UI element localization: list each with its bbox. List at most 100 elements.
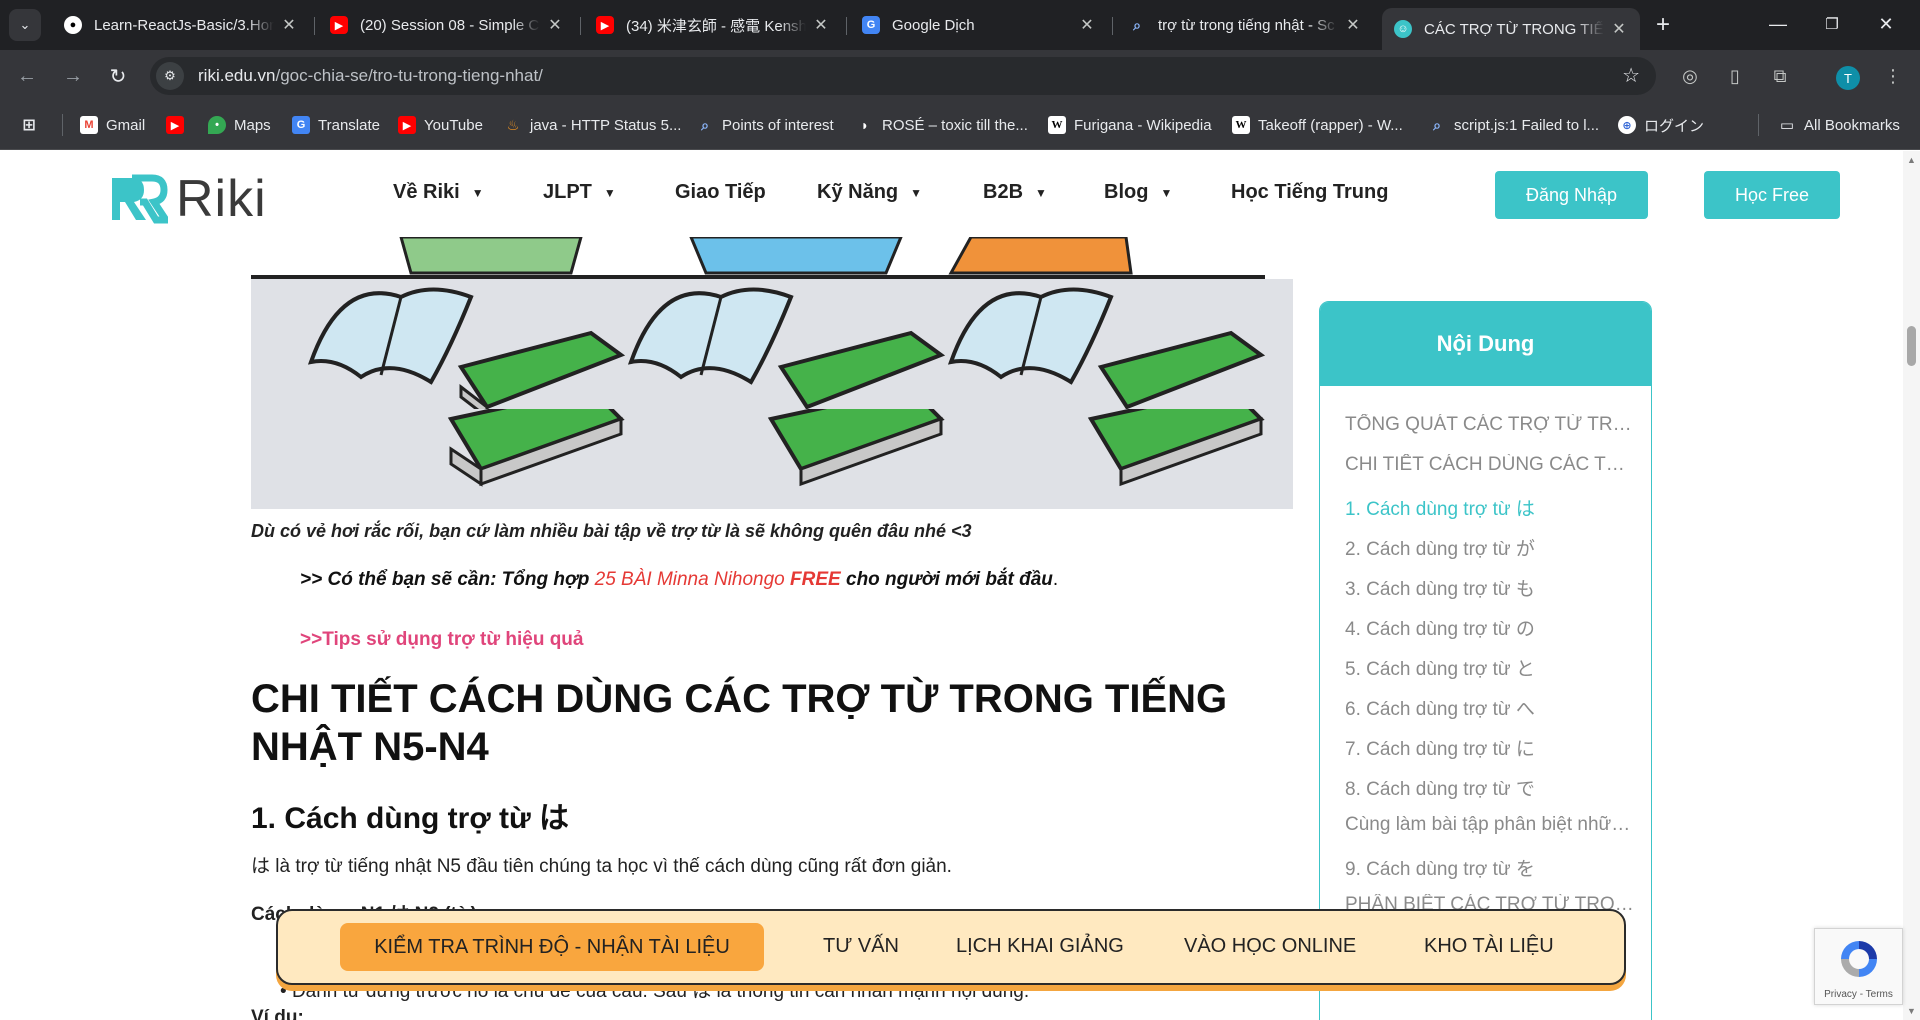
toc-item[interactable]: 6. Cách dùng trợ từ へ (1345, 694, 1635, 721)
more-menu-icon[interactable]: ⋮ (1879, 62, 1907, 90)
level-test-button[interactable]: KIỂM TRA TRÌNH ĐỘ - NHẬN TÀI LIỆU (340, 923, 764, 971)
tab-youtube-kenshi[interactable]: ▶ (34) 米津玄師 - 感電 Kensh ✕ (584, 8, 842, 42)
recaptcha-links[interactable]: Privacy - Terms (1815, 989, 1902, 1000)
tab-search-button[interactable]: ⌄ (9, 9, 41, 41)
bookmark-takeoff[interactable]: W Takeoff (rapper) - W... (1232, 114, 1403, 136)
section-heading: CHI TIẾT CÁCH DÙNG CÁC TRỢ TỪ TRONG TIẾN… (251, 677, 1228, 769)
folder-icon: ▭ (1779, 117, 1795, 134)
toc-item[interactable]: 3. Cách dùng trợ từ も (1345, 574, 1635, 601)
youtube-icon: ▶ (166, 116, 184, 134)
bookmark-maps[interactable]: • Maps (208, 114, 271, 136)
bookmark-java[interactable]: ♨ java - HTTP Status 5... (504, 114, 682, 136)
bookmark-star-icon[interactable]: ☆ (1622, 63, 1640, 88)
books-illustration-image (251, 237, 1293, 409)
tab-search[interactable]: ⌕ trợ từ trong tiếng nhật - Sc ✕ (1116, 8, 1374, 42)
address-bar[interactable]: ⚙ riki.edu.vn/goc-chia-se/tro-tu-trong-t… (150, 57, 1656, 95)
nav-ve-riki[interactable]: Về Riki ▼ (393, 181, 484, 204)
tab-strip: ⌄ ● Learn-ReactJs-Basic/3.Hom ✕ ▶ (20) S… (0, 0, 1920, 50)
forward-button[interactable]: → (58, 61, 88, 91)
cta-schedule-link[interactable]: LỊCH KHAI GIẢNG (956, 935, 1124, 958)
cta-online-link[interactable]: VÀO HỌC ONLINE (1184, 935, 1356, 958)
toc-item[interactable]: 5. Cách dùng trợ từ と (1345, 654, 1635, 681)
phone-icon[interactable]: ▯ (1721, 62, 1749, 90)
profile-avatar[interactable]: T (1836, 66, 1860, 90)
wikipedia-icon: W (1048, 116, 1066, 134)
illustration-lower (251, 386, 1293, 509)
close-window-button[interactable]: ✕ (1862, 8, 1910, 40)
free-label[interactable]: FREE (790, 569, 841, 590)
apps-button[interactable]: ⊞ (20, 114, 46, 136)
bookmark-rose[interactable]: ◗ ROSÉ – toxic till the... (856, 114, 1028, 136)
bookmark-youtube-icon-only[interactable]: ▶ (166, 114, 192, 136)
minimize-button[interactable]: — (1754, 8, 1802, 40)
toc-item[interactable]: 9. Cách dùng trợ từ を (1345, 854, 1635, 881)
site-info-button[interactable]: ⚙ (156, 62, 184, 90)
minna-nihongo-link[interactable]: 25 BÀI Minna Nihongo (595, 569, 790, 590)
toc-item[interactable]: TỔNG QUÁT CÁC TRỢ TỪ TRONG TIẾNG NHẬT (1345, 414, 1635, 436)
toc-item[interactable]: 8. Cách dùng trợ từ で (1345, 774, 1635, 801)
scroll-thumb[interactable] (1907, 326, 1916, 366)
all-bookmarks-button[interactable]: ▭ All Bookmarks (1778, 114, 1900, 136)
tab-google-translate[interactable]: G Google Dịch ✕ (850, 8, 1108, 42)
toc-item[interactable]: 2. Cách dùng trợ từ が (1345, 534, 1635, 561)
toc-item[interactable]: CHI TIẾT CÁCH DÙNG CÁC TRỢ TỪ (1345, 454, 1635, 476)
back-button[interactable]: ← (12, 61, 42, 91)
close-icon: ✕ (1878, 13, 1894, 34)
youtube-icon: ▶ (596, 16, 614, 34)
plus-icon: + (1655, 11, 1670, 38)
page-scrollbar[interactable]: ▲ ▼ (1903, 151, 1920, 1020)
recaptcha-badge[interactable]: Privacy - Terms (1814, 928, 1903, 1005)
close-icon[interactable]: ✕ (546, 15, 564, 35)
close-icon[interactable]: ✕ (1344, 15, 1362, 35)
toc-item[interactable]: 7. Cách dùng trợ từ に (1345, 734, 1635, 761)
chevron-down-icon: ⌄ (19, 17, 31, 32)
example-label: Ví dụ: (251, 1007, 304, 1020)
bookmark-login[interactable]: ⊕ ログイン (1618, 114, 1704, 136)
tab-github[interactable]: ● Learn-ReactJs-Basic/3.Hom ✕ (52, 8, 310, 42)
tab-riki-active[interactable]: ☺ CÁC TRỢ TỪ TRONG TIẾNG ✕ (1382, 8, 1640, 50)
close-icon[interactable]: ✕ (1610, 19, 1628, 39)
login-button[interactable]: Đăng Nhập (1495, 171, 1648, 219)
nav-giao-tiep[interactable]: Giao Tiếp (675, 181, 766, 204)
image-caption: Dù có vẻ hơi rắc rối, bạn cứ làm nhiều b… (251, 521, 972, 541)
nav-hoc-tieng-trung[interactable]: Học Tiếng Trung (1231, 181, 1388, 204)
arrow-right-icon: → (63, 64, 83, 87)
caret-down-icon: ▼ (1160, 185, 1173, 200)
url-text[interactable]: riki.edu.vn/goc-chia-se/tro-tu-trong-tie… (198, 66, 543, 86)
reload-button[interactable]: ↻ (103, 61, 133, 91)
bookmark-furigana[interactable]: W Furigana - Wikipedia (1048, 114, 1212, 136)
tips-link[interactable]: >>Tips sử dụng trợ từ hiệu quả (300, 629, 583, 651)
bookmark-gmail[interactable]: M Gmail (80, 114, 145, 136)
close-icon[interactable]: ✕ (280, 15, 298, 35)
bookmark-script-error[interactable]: ⌕ script.js:1 Failed to l... (1428, 114, 1599, 136)
toc-item[interactable]: Cùng làm bài tập phân biệt những trợ từ (1345, 814, 1635, 836)
bookmark-translate[interactable]: G Translate (292, 114, 380, 136)
nav-b2b[interactable]: B2B ▼ (983, 181, 1047, 204)
scroll-up-icon[interactable]: ▲ (1906, 155, 1917, 165)
cta-documents-link[interactable]: KHO TÀI LIỆU (1424, 935, 1554, 958)
close-icon[interactable]: ✕ (1078, 15, 1096, 35)
learn-free-button[interactable]: Học Free (1704, 171, 1840, 219)
riki-logo-icon (112, 174, 168, 224)
performance-icon[interactable]: ◎ (1676, 62, 1704, 90)
tab-youtube-session[interactable]: ▶ (20) Session 08 - Simple CR ✕ (318, 8, 576, 42)
nav-jlpt[interactable]: JLPT ▼ (543, 181, 616, 204)
google-translate-icon: G (292, 116, 310, 134)
toc-item-active[interactable]: 1. Cách dùng trợ từ は (1345, 494, 1635, 521)
wikipedia-icon: W (1232, 116, 1250, 134)
youtube-icon: ▶ (330, 16, 348, 34)
nav-blog[interactable]: Blog ▼ (1104, 181, 1172, 204)
extensions-icon[interactable]: ⧉ (1766, 62, 1794, 90)
restore-button[interactable]: ❐ (1808, 8, 1856, 40)
riki-logo[interactable]: Riki (108, 169, 267, 229)
toc-item[interactable]: 4. Cách dùng trợ từ の (1345, 614, 1635, 641)
nav-ky-nang[interactable]: Kỹ Năng ▼ (817, 181, 922, 204)
bookmark-points-of-interest[interactable]: ⌕ Points of interest (696, 114, 834, 136)
new-tab-button[interactable]: + (1648, 10, 1678, 40)
close-icon[interactable]: ✕ (812, 15, 830, 35)
cta-consult-link[interactable]: TƯ VẤN (823, 935, 899, 958)
search-icon: ⌕ (1433, 116, 1441, 133)
scroll-down-icon[interactable]: ▼ (1906, 1006, 1917, 1016)
bookmark-youtube[interactable]: ▶ YouTube (398, 114, 483, 136)
arrow-left-icon: ← (17, 64, 37, 87)
